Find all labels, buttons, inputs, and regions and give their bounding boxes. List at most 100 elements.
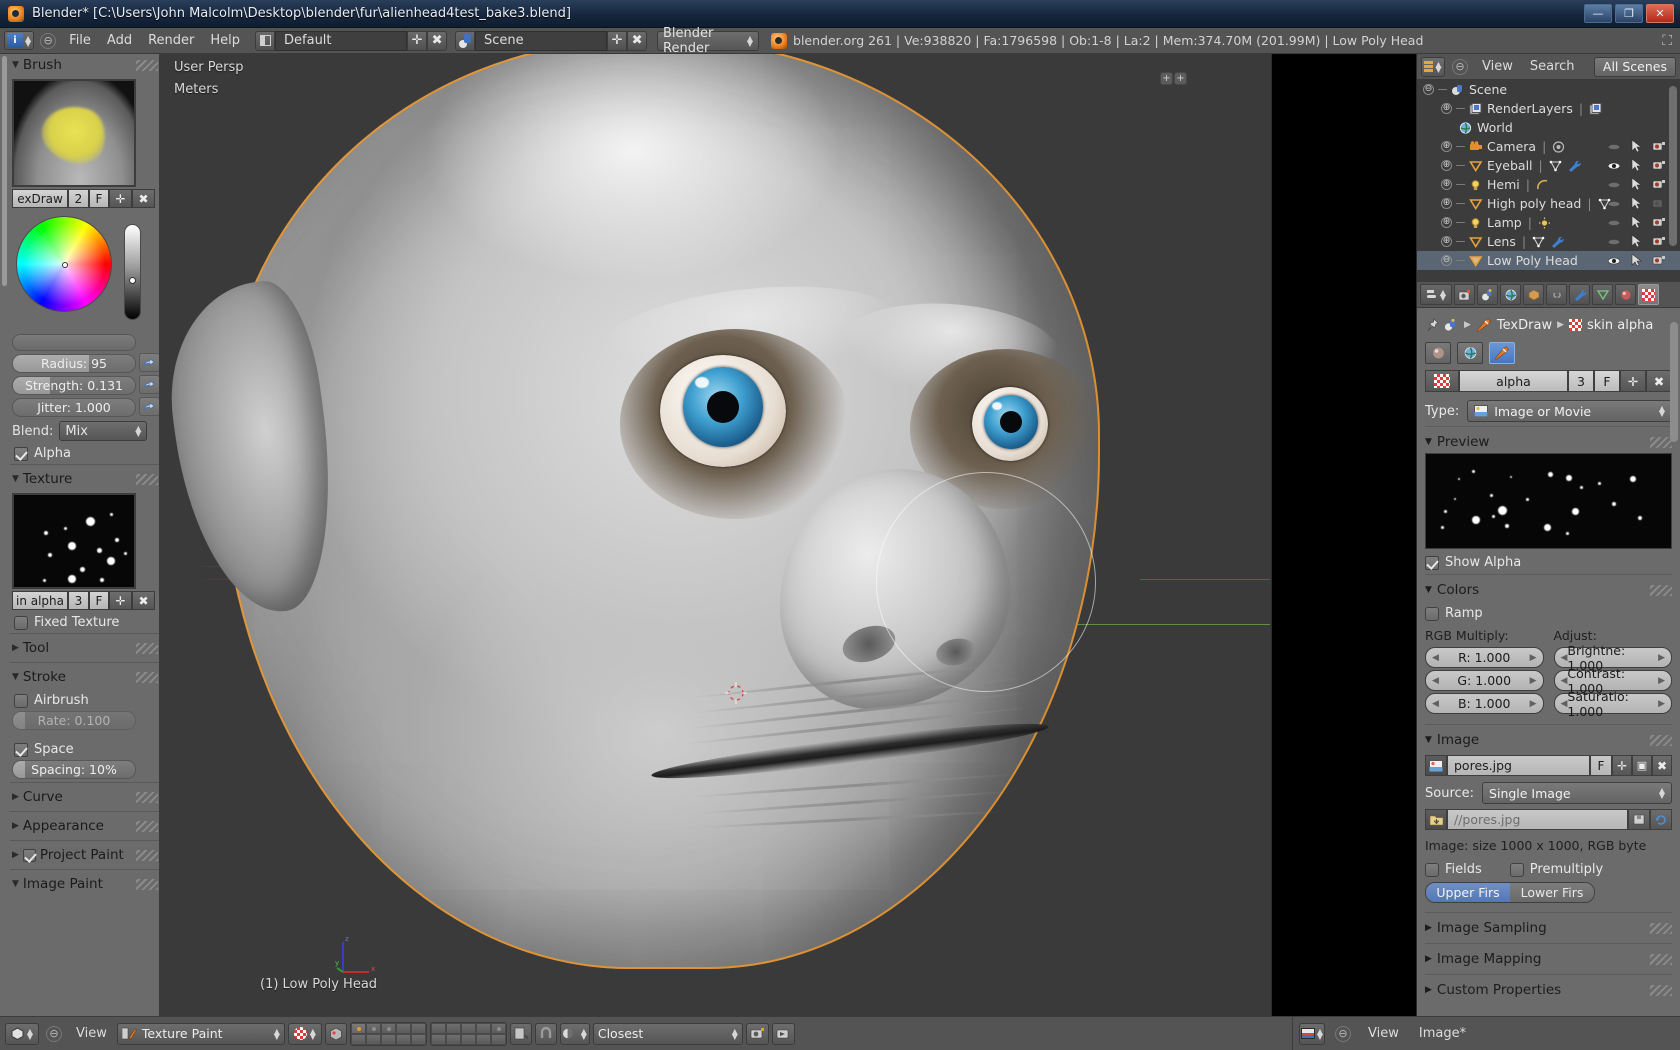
modifier-wrench-icon[interactable]	[1567, 160, 1581, 172]
cursor-arrow-icon[interactable]	[1631, 254, 1642, 267]
layer-cell[interactable]	[410, 1022, 426, 1034]
screen-layout-name[interactable]: Default	[275, 30, 408, 51]
layer-cell[interactable]	[410, 1033, 426, 1045]
properties-scrollbar[interactable]	[1670, 322, 1678, 442]
cursor-arrow-icon[interactable]	[1631, 140, 1642, 153]
restrict-toggles-eyeball[interactable]	[1607, 156, 1666, 175]
texture-interpolation-icon[interactable]: ▲ ▼	[559, 1022, 590, 1045]
layer-cell[interactable]	[460, 1033, 476, 1045]
outliner-display-mode[interactable]: All Scenes	[1593, 56, 1676, 77]
outliner-menu-collapse-icon[interactable]: ⊖	[1452, 58, 1468, 75]
radius-pressure-toggle[interactable]	[139, 352, 159, 372]
texture-datablock-browse-icon[interactable]	[1425, 370, 1459, 392]
camera-data-icon[interactable]	[1552, 140, 1566, 153]
outliner-view-menu[interactable]: View	[1475, 58, 1520, 75]
pin-icon[interactable]	[1425, 318, 1439, 332]
render-camera-disabled-icon[interactable]	[1652, 198, 1666, 209]
eye-open-icon[interactable]	[1607, 161, 1621, 171]
texture-datablock-name[interactable]: alpha	[1459, 370, 1568, 392]
eye-closed-icon[interactable]	[1607, 142, 1621, 152]
panel-image-mapping-header[interactable]: ▶ Image Mapping	[1425, 948, 1672, 970]
lock-camera-icon[interactable]	[509, 1022, 532, 1045]
render-camera-icon[interactable]	[745, 1022, 769, 1045]
outliner-editor[interactable]: ▲ ▼ ⊖ View Search All Scenes ⊖ Scene ⊕ Re…	[1416, 54, 1680, 282]
brush-radius-slider[interactable]: Radius: 95	[12, 354, 136, 373]
screen-delete-button[interactable]: ✖	[427, 30, 448, 51]
viewport-shading-dropdown[interactable]: ▲ ▼	[287, 1022, 322, 1045]
cursor-arrow-icon[interactable]	[1631, 197, 1642, 210]
texture-fake-user-button[interactable]: F	[89, 591, 109, 610]
hemi-lamp-data-icon[interactable]	[1536, 179, 1550, 191]
fields-checkbox[interactable]	[1425, 862, 1439, 877]
viewport-menu-collapse-icon[interactable]: ⊖	[46, 1025, 62, 1042]
eye-closed-icon[interactable]	[1607, 237, 1621, 247]
scene-layers-widget[interactable]	[349, 1021, 427, 1046]
render-engine-dropdown[interactable]: Blender Render ▲ ▼	[657, 26, 760, 56]
render-camera-icon[interactable]	[1652, 255, 1666, 266]
menu-file[interactable]: File	[62, 32, 98, 49]
editor-type-3dview-icon[interactable]: ▲ ▼	[5, 1022, 39, 1045]
premultiply-checkbox[interactable]	[1509, 862, 1524, 877]
layer-cell[interactable]	[490, 1033, 506, 1045]
outliner-row-scene[interactable]: ⊖ Scene	[1417, 80, 1680, 99]
panel-appearance-header[interactable]: ▶ Appearance	[10, 815, 159, 837]
expander-icon[interactable]: ⊕	[1441, 160, 1452, 171]
panel-image-paint-header[interactable]: ▼ Image Paint	[10, 873, 159, 895]
texture-add-button[interactable]: ✛	[109, 591, 132, 610]
tab-world[interactable]	[1500, 284, 1521, 305]
blend-mode-dropdown[interactable]: Mix ▲ ▼	[59, 421, 148, 441]
brush-alpha-checkbox-row[interactable]: Alpha	[14, 446, 159, 461]
menu-help[interactable]: Help	[203, 32, 247, 49]
mesh-data-icon[interactable]	[1549, 160, 1563, 172]
modifier-wrench-icon[interactable]	[1550, 236, 1564, 248]
image-editor-area[interactable]	[1271, 54, 1416, 1016]
show-alpha-row[interactable]: Show Alpha	[1425, 555, 1672, 570]
airbrush-row[interactable]: Airbrush	[14, 693, 159, 708]
texture-context-brush[interactable]	[1489, 342, 1515, 364]
brush-unlink-button[interactable]: ✖	[132, 189, 155, 208]
tab-material[interactable]	[1615, 284, 1636, 305]
toolshelf-scrollbar[interactable]	[2, 56, 7, 286]
tab-render[interactable]	[1454, 284, 1475, 305]
layer-cell[interactable]	[475, 1022, 491, 1034]
project-paint-checkbox[interactable]	[22, 848, 36, 862]
layer-cell[interactable]	[445, 1033, 461, 1045]
rgb-b-field[interactable]: ◀ B: 1.000 ▶	[1425, 693, 1544, 714]
eye-closed-icon[interactable]	[1607, 218, 1621, 228]
expander-icon[interactable]: ⊕	[1441, 103, 1452, 114]
layer-cell[interactable]	[350, 1022, 366, 1034]
editor-type-image-icon[interactable]: ▲ ▼	[1299, 1022, 1325, 1045]
image-menu-collapse-icon[interactable]: ⊖	[1335, 1025, 1351, 1042]
image-pack-icon[interactable]	[1628, 809, 1650, 830]
menu-add[interactable]: Add	[100, 32, 139, 49]
outliner-tree[interactable]: ⊖ Scene ⊕ RenderLayers | World ⊕ Camera …	[1417, 80, 1680, 282]
layer-cell[interactable]	[380, 1022, 396, 1034]
texture-context-world[interactable]	[1457, 342, 1483, 364]
texture-datablock-users[interactable]: 3	[1568, 370, 1594, 392]
panel-tool-header[interactable]: ▶ Tool	[10, 637, 159, 659]
ramp-row[interactable]: Ramp	[1425, 606, 1672, 621]
mesh-data-icon[interactable]	[1532, 236, 1546, 248]
texture-unlink-button[interactable]: ✖	[132, 591, 155, 610]
texture-datablock-row[interactable]: in alpha 3 F ✛ ✖	[12, 591, 159, 610]
layer-cell[interactable]	[395, 1033, 411, 1045]
value-slider-handle[interactable]	[129, 277, 136, 284]
outliner-row-renderlayers[interactable]: ⊕ RenderLayers |	[1417, 99, 1680, 118]
layer-cell[interactable]	[365, 1022, 381, 1034]
brush-name-field[interactable]: exDraw	[12, 189, 68, 208]
close-button[interactable]: ✕	[1646, 4, 1674, 23]
brush-add-button[interactable]: ✛	[109, 189, 132, 208]
editor-type-outliner-icon[interactable]: ▲ ▼	[1421, 56, 1445, 77]
brush-fake-user-button[interactable]: F	[89, 189, 109, 208]
tab-texture[interactable]	[1638, 284, 1659, 305]
outliner-row-world[interactable]: World	[1417, 118, 1680, 137]
rgb-r-field[interactable]: ◀ R: 1.000 ▶	[1425, 647, 1544, 668]
color-value-slider[interactable]	[124, 224, 141, 320]
lower-first-option[interactable]: Lower Firs	[1510, 883, 1594, 902]
expander-icon[interactable]: ⊕	[1441, 236, 1452, 247]
restrict-toggles-lens[interactable]	[1607, 232, 1666, 251]
cursor-arrow-icon[interactable]	[1631, 159, 1642, 172]
fields-row[interactable]: Fields	[1425, 862, 1482, 877]
viewport-expand-right-icon[interactable]: +	[1174, 72, 1187, 85]
cursor-arrow-icon[interactable]	[1631, 178, 1642, 191]
